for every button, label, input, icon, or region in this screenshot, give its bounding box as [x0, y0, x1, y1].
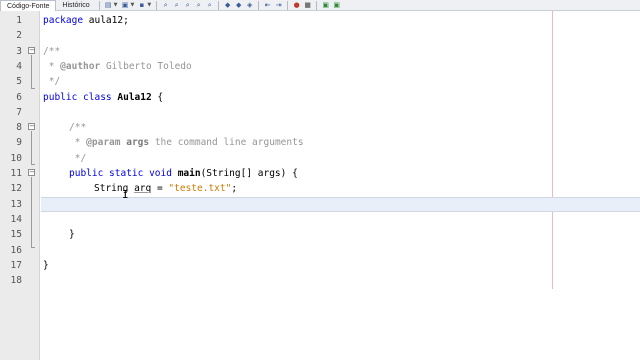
code-line-9: * @param args the command line arguments: [69, 135, 304, 150]
line-number: 16: [10, 244, 22, 256]
fold-guide-end: [31, 247, 35, 248]
comment-star: *: [69, 137, 87, 149]
line-number: 11: [10, 168, 22, 179]
editor-toolbar: Código-Fonte Histórico ▤ ▼ ▣ ▼ ▪ ▼ ⌕ ⌕ ⌕ ⌕ …: [0, 0, 640, 11]
code-line-11: public static void main(String[] args) {: [69, 166, 298, 181]
code-text: aula12;: [83, 15, 129, 26]
toolbar-separator: [258, 0, 260, 10]
line-number: 2: [16, 30, 22, 42]
fold-toggle-icon[interactable]: −: [28, 123, 35, 130]
fold-toggle-icon[interactable]: −: [28, 169, 35, 176]
chevron-down-icon[interactable]: ▼: [114, 2, 118, 8]
fold-toggle-icon[interactable]: −: [28, 47, 35, 54]
next-bookmark-icon[interactable]: ◆: [234, 1, 243, 10]
line-number: 8: [16, 122, 22, 134]
line-number: 5: [16, 76, 22, 88]
javadoc-tag: @author: [60, 60, 101, 72]
keyword: public static void: [69, 168, 172, 179]
code-line-10: */: [69, 152, 87, 164]
code-line-4: * @author Gilberto Toledo: [43, 59, 192, 74]
fold-guide: [31, 131, 32, 164]
line-number: 12: [10, 183, 22, 195]
toolbar-separator: [218, 0, 220, 10]
line-number: 13: [10, 198, 22, 210]
chevron-down-icon[interactable]: ▼: [131, 2, 135, 8]
code-line-6: public class Aula12 {: [43, 90, 163, 105]
code-line-12: String arq = "teste.txt";: [94, 181, 237, 196]
keyword: package: [43, 15, 84, 26]
tab-history[interactable]: Histórico: [56, 0, 95, 11]
code-line-3: /**: [43, 45, 61, 57]
prev-bookmark-icon[interactable]: ◆: [223, 1, 232, 10]
line-number: 6: [16, 91, 22, 103]
toolbar-separator: [156, 0, 158, 10]
stop-macro-icon[interactable]: ■: [303, 1, 312, 10]
class-name: Aula12: [117, 91, 152, 103]
code-text: (String[] args) {: [200, 168, 298, 179]
line-number: 7: [16, 106, 22, 118]
fold-guide-end: [31, 164, 35, 165]
comment-text: the command line arguments: [149, 137, 304, 149]
shift-left-icon[interactable]: ⇤: [263, 1, 272, 10]
variable-name: arq: [134, 183, 152, 195]
history-icon[interactable]: ▤: [104, 1, 113, 10]
line-number: 10: [10, 152, 22, 164]
toggle-highlight-icon[interactable]: ⌕: [205, 1, 214, 10]
code-line-1: package aula12;: [43, 13, 129, 28]
find-prev-icon[interactable]: ⌕: [172, 1, 181, 10]
code-text: {: [151, 91, 164, 103]
toolbar-separator: [98, 0, 100, 10]
line-number: 9: [16, 137, 22, 149]
code-text: ;: [231, 183, 238, 195]
find-next-icon[interactable]: ⌕: [183, 1, 192, 10]
method-name: main: [177, 168, 201, 179]
code-line-8: /**: [69, 122, 87, 134]
uncomment-icon[interactable]: ▣: [332, 1, 341, 10]
line-number: 18: [10, 275, 22, 287]
code-editor[interactable]: package aula12; /** * @author Gilberto T…: [41, 11, 640, 360]
find-icon[interactable]: ⌕: [161, 1, 170, 10]
comment-star: *: [43, 60, 61, 72]
chevron-down-icon[interactable]: ▼: [147, 2, 151, 8]
text-cursor-icon: I: [122, 188, 129, 201]
javadoc-tag: @param: [86, 137, 121, 149]
toolbar-separator: [316, 0, 318, 10]
shift-right-icon[interactable]: ⇥: [274, 1, 283, 10]
toggle-bookmark-icon[interactable]: ◈: [245, 1, 254, 10]
back-icon[interactable]: ▣: [121, 1, 130, 10]
toolbar-separator: [287, 0, 289, 10]
line-number: 4: [16, 60, 22, 72]
javadoc-param: args: [120, 137, 150, 149]
current-line-highlight: [41, 197, 640, 212]
fold-guide-end: [31, 88, 35, 89]
keyword: public class: [43, 91, 112, 103]
code-text: =: [151, 183, 169, 195]
comment-icon[interactable]: ▣: [321, 1, 330, 10]
forward-icon[interactable]: ▪: [137, 1, 146, 10]
line-number: 17: [10, 259, 22, 271]
code-line-17: }: [43, 259, 49, 271]
code-line-5: */: [43, 76, 61, 88]
line-number: 15: [10, 229, 22, 241]
tab-source[interactable]: Código-Fonte: [0, 0, 57, 11]
fold-guide: [31, 55, 32, 88]
fold-guide: [31, 177, 32, 247]
line-number: 3: [16, 45, 22, 57]
line-number: 14: [10, 213, 22, 225]
comment-text: Gilberto Toledo: [100, 60, 192, 72]
record-macro-icon[interactable]: ●: [292, 1, 301, 10]
string-literal: "teste.txt": [168, 183, 232, 195]
line-number: 1: [16, 15, 22, 26]
code-line-15: }: [69, 229, 75, 241]
right-margin-line: [552, 11, 553, 289]
find-selection-icon[interactable]: ⌕: [194, 1, 203, 10]
line-number-gutter: 1 2 3 4 5 6 7 8 9 10 11 12 13 14 15 16 1…: [0, 11, 40, 360]
